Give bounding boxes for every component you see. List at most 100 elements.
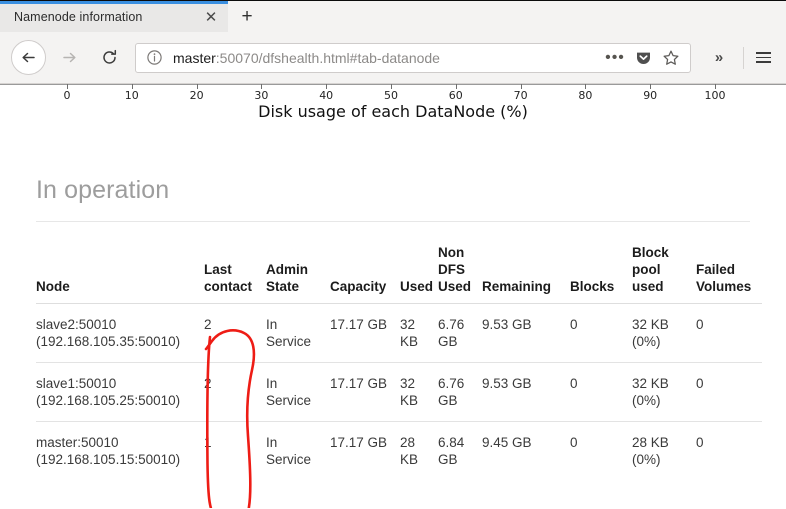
- cell-non-dfs-used: 6.76 GB: [438, 362, 482, 422]
- tab-strip-empty-area: [266, 1, 786, 32]
- column-header-used[interactable]: Used: [400, 244, 438, 304]
- cell-block-pool-used: 32 KB (0%): [632, 303, 696, 363]
- column-header-non-dfs-used[interactable]: Non DFS Used: [438, 244, 482, 304]
- disk-usage-chart-axis: 0 10 20 30 40 50 60 70 80 90 100 Disk usage of eac…: [0, 84, 786, 132]
- column-header-block-pool-used[interactable]: Block pool used: [632, 244, 696, 304]
- cell-remaining: 9.53 GB: [482, 362, 570, 422]
- cell-used: 28 KB: [400, 421, 438, 480]
- datanodes-table: Node Last contact Admin State Capacity U…: [36, 244, 762, 480]
- overflow-menu-button[interactable]: »: [702, 41, 736, 75]
- address-bar[interactable]: master:50070/dfshealth.html#tab-datanode…: [135, 42, 691, 73]
- table-header-row: Node Last contact Admin State Capacity U…: [36, 244, 762, 304]
- table-body: slave2:50010 (192.168.105.35:50010) 2 In Se…: [36, 303, 762, 480]
- cell-node: slave2:50010 (192.168.105.35:50010): [36, 303, 204, 363]
- section-divider: [36, 221, 750, 222]
- bookmark-star-icon[interactable]: [658, 45, 684, 71]
- cell-last-contact: 2: [204, 303, 266, 363]
- cell-node: slave1:50010 (192.168.105.25:50010): [36, 362, 204, 422]
- save-to-pocket-icon[interactable]: [630, 45, 656, 71]
- cell-block-pool-used: 28 KB (0%): [632, 421, 696, 480]
- column-header-blocks[interactable]: Blocks: [570, 244, 632, 304]
- forward-arrow-icon: [61, 49, 78, 66]
- node-name[interactable]: master:50010: [36, 434, 198, 451]
- cell-non-dfs-used: 6.84 GB: [438, 421, 482, 480]
- close-icon[interactable]: ✕: [198, 4, 224, 30]
- url-path: :50070/dfshealth.html#tab-datanode: [215, 49, 440, 66]
- column-header-failed-volumes[interactable]: Failed Volumes: [696, 244, 762, 304]
- cell-block-pool-used: 32 KB (0%): [632, 362, 696, 422]
- axis-tick-label: 30: [254, 89, 269, 102]
- axis-tick-label: 0: [63, 89, 71, 102]
- chart-axis-line: [0, 84, 786, 85]
- axis-tick-label: 100: [704, 89, 726, 102]
- page-title: In operation: [36, 176, 170, 204]
- forward-button: [52, 41, 86, 75]
- hamburger-line: [755, 61, 771, 63]
- tab-strip: Namenode information ✕ +: [0, 0, 786, 32]
- column-header-last-contact[interactable]: Last contact: [204, 244, 266, 304]
- hamburger-line: [755, 56, 771, 59]
- cell-admin-state: In Service: [266, 421, 330, 480]
- cell-failed-volumes: 0: [696, 421, 762, 480]
- cell-capacity: 17.17 GB: [330, 303, 400, 363]
- tab-namenode-information[interactable]: Namenode information ✕: [0, 1, 228, 32]
- url-text: master:50070/dfshealth.html#tab-datanode: [173, 50, 602, 66]
- hamburger-line: [755, 52, 771, 54]
- page-actions-icon[interactable]: •••: [602, 45, 628, 71]
- column-header-capacity[interactable]: Capacity: [330, 244, 400, 304]
- back-arrow-icon: [20, 49, 37, 66]
- cell-blocks: 0: [570, 303, 632, 363]
- menu-button[interactable]: [748, 43, 778, 73]
- cell-admin-state: In Service: [266, 362, 330, 422]
- cell-failed-volumes: 0: [696, 362, 762, 422]
- node-address: (192.168.105.35:50010): [36, 334, 181, 349]
- axis-tick-label: 20: [189, 89, 204, 102]
- cell-used: 32 KB: [400, 303, 438, 363]
- chart-title: Disk usage of each DataNode (%): [258, 102, 528, 121]
- cell-blocks: 0: [570, 421, 632, 480]
- navigation-toolbar: master:50070/dfshealth.html#tab-datanode…: [0, 32, 786, 84]
- cell-admin-state: In Service: [266, 303, 330, 363]
- cell-last-contact: 1: [204, 421, 266, 480]
- cell-remaining: 9.53 GB: [482, 303, 570, 363]
- cell-capacity: 17.17 GB: [330, 362, 400, 422]
- datanode-section: In operation Node Last contact Admin Sta…: [0, 132, 786, 508]
- reload-button[interactable]: [92, 41, 126, 75]
- reload-icon: [101, 49, 118, 66]
- column-header-remaining[interactable]: Remaining: [482, 244, 570, 304]
- back-button[interactable]: [11, 40, 46, 75]
- cell-capacity: 17.17 GB: [330, 421, 400, 480]
- decommissioning-title: Decommissioning: [36, 480, 750, 508]
- address-bar-actions: •••: [602, 45, 684, 71]
- cell-failed-volumes: 0: [696, 303, 762, 363]
- page-content: 0 10 20 30 40 50 60 70 80 90 100 Disk usage of eac…: [0, 84, 786, 508]
- node-name[interactable]: slave1:50010: [36, 375, 198, 392]
- column-header-admin-state[interactable]: Admin State: [266, 244, 330, 304]
- info-icon[interactable]: [146, 49, 163, 66]
- cell-non-dfs-used: 6.76 GB: [438, 303, 482, 363]
- axis-tick-label: 40: [319, 89, 334, 102]
- axis-tick-label: 50: [384, 89, 398, 102]
- axis-tick-label: 60: [448, 89, 463, 102]
- axis-tick-label: 80: [578, 89, 593, 102]
- cell-remaining: 9.45 GB: [482, 421, 570, 480]
- axis-tick-label: 10: [124, 89, 139, 102]
- node-address: (192.168.105.15:50010): [36, 452, 181, 467]
- cell-last-contact: 2: [204, 362, 266, 422]
- node-address: (192.168.105.25:50010): [36, 393, 181, 408]
- chevron-double-right-icon: »: [714, 49, 724, 66]
- axis-tick-label: 70: [513, 89, 528, 102]
- node-name[interactable]: slave2:50010: [36, 316, 198, 333]
- table-row[interactable]: slave1:50010 (192.168.105.25:50010) 2 In Se…: [36, 362, 762, 422]
- table-row[interactable]: master:50010 (192.168.105.15:50010) 1 In Se…: [36, 421, 762, 480]
- cell-used: 32 KB: [400, 362, 438, 422]
- table-header: Node Last contact Admin State Capacity U…: [36, 244, 762, 304]
- axis-tick-label: 90: [643, 89, 658, 102]
- column-header-node[interactable]: Node: [36, 244, 204, 304]
- new-tab-button[interactable]: +: [228, 1, 266, 32]
- cell-blocks: 0: [570, 362, 632, 422]
- tab-title: Namenode information: [14, 9, 143, 24]
- browser-window: Namenode information ✕ + master:50070/df…: [0, 0, 786, 509]
- cell-node: master:50010 (192.168.105.15:50010): [36, 421, 204, 480]
- table-row[interactable]: slave2:50010 (192.168.105.35:50010) 2 In Se…: [36, 303, 762, 363]
